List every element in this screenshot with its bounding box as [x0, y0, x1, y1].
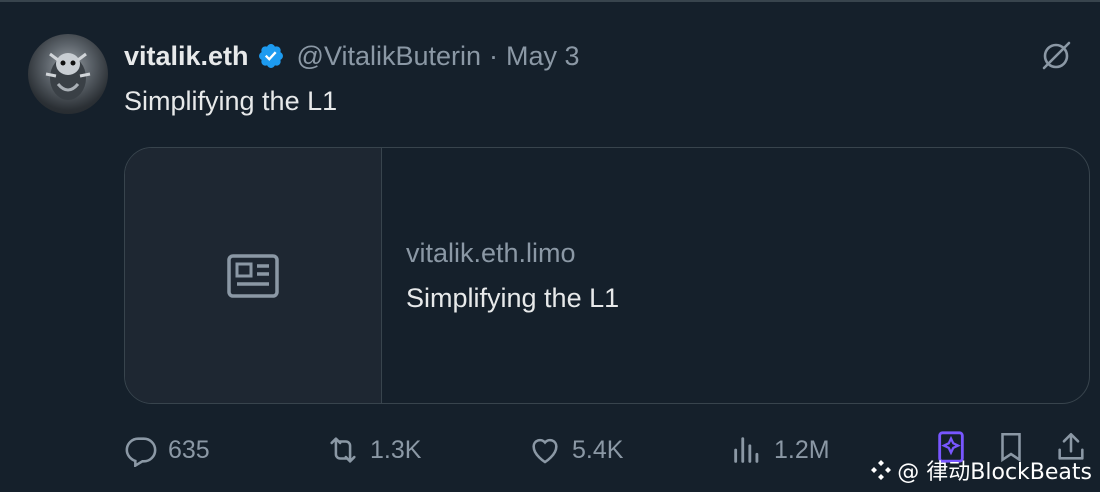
link-card[interactable]: vitalik.eth.limo Simplifying the L1 [124, 147, 1090, 404]
display-name[interactable]: vitalik.eth [124, 41, 249, 72]
repost-button[interactable]: 1.3K [326, 430, 421, 470]
reply-button[interactable]: 635 [124, 430, 210, 470]
like-button[interactable]: 5.4K [528, 430, 623, 470]
views-icon [734, 437, 759, 463]
avatar[interactable] [28, 34, 108, 114]
watermark-text: @ 律动BlockBeats [897, 460, 1092, 485]
repost-count: 1.3K [370, 435, 422, 464]
handle[interactable]: @VitalikButerin [297, 41, 482, 72]
timestamp[interactable]: May 3 [506, 41, 580, 72]
watermark: @ 律动BlockBeats [869, 454, 1092, 486]
card-thumbnail [125, 148, 382, 403]
grok-icon[interactable] [1038, 38, 1074, 74]
watermark-logo-icon [871, 460, 892, 480]
article-icon [227, 253, 279, 298]
repost-icon [330, 437, 356, 463]
card-body: vitalik.eth.limo Simplifying the L1 [382, 148, 1089, 403]
like-icon [532, 438, 558, 464]
tweet[interactable]: vitalik.eth @VitalikButerin · May 3 Simp… [0, 0, 1100, 492]
tweet-text: Simplifying the L1 [124, 86, 338, 116]
reply-count: 635 [168, 435, 210, 464]
views-button[interactable]: 1.2M [730, 430, 830, 470]
avatar-image [45, 52, 91, 100]
like-count: 5.4K [572, 435, 624, 464]
card-domain: vitalik.eth.limo [406, 237, 576, 268]
reply-icon [125, 437, 157, 467]
verified-badge-icon[interactable] [257, 42, 285, 70]
view-count: 1.2M [774, 435, 830, 464]
separator-dot: · [489, 40, 499, 71]
card-title: Simplifying the L1 [406, 282, 620, 313]
tweet-header: vitalik.eth @VitalikButerin · May 3 [124, 36, 580, 76]
